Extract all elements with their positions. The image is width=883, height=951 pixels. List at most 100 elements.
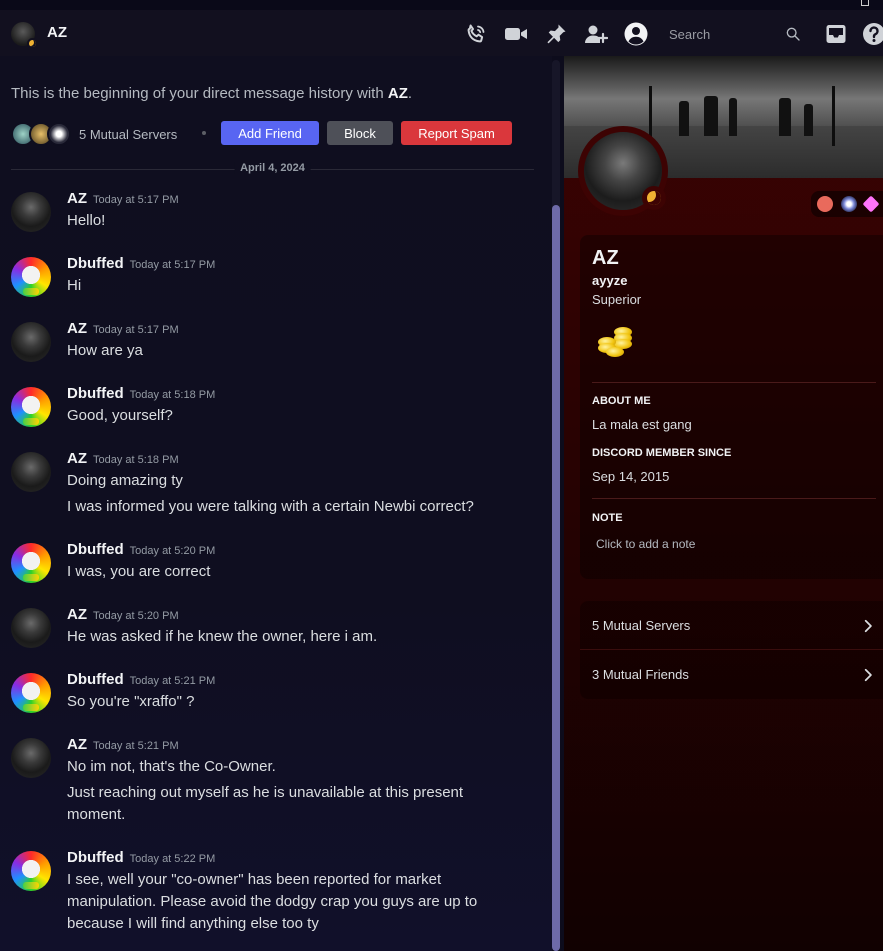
idle-status-icon (642, 186, 666, 210)
profile-username[interactable]: ayyze (592, 273, 627, 288)
message-content: Hi (67, 277, 82, 294)
note-heading: NOTE (592, 512, 623, 524)
message-author[interactable]: Dbuffed Today at 5:22 PM (67, 849, 215, 866)
author-avatar[interactable] (11, 192, 51, 232)
banner-statue-image (704, 96, 718, 136)
message-timestamp: Today at 5:22 PM (129, 853, 216, 865)
date-divider: April 4, 2024 (11, 162, 534, 174)
message-content: No im not, that's the Co-Owner. (67, 758, 276, 775)
mutual-servers-summary[interactable]: 5 Mutual Servers (11, 121, 177, 147)
idle-status-icon (27, 38, 38, 49)
inbox-icon[interactable] (824, 22, 848, 46)
add-friend-button[interactable]: Add Friend (221, 121, 319, 145)
profile-pronouns: Superior (592, 292, 642, 307)
message-author[interactable]: Dbuffed Today at 5:17 PM (67, 255, 215, 272)
dm-title[interactable]: AZ (47, 24, 67, 41)
message-content: How are ya (67, 342, 143, 359)
message-content: I was, you are correct (67, 563, 211, 580)
heart-badge-icon[interactable] (817, 196, 833, 212)
dm-intro-name: AZ (387, 85, 408, 102)
user-profile-icon[interactable] (624, 22, 648, 46)
video-icon[interactable] (504, 22, 528, 46)
message-timestamp: Today at 5:20 PM (93, 610, 179, 622)
message-author[interactable]: AZ Today at 5:17 PM (67, 190, 179, 207)
window-corner-icon (861, 0, 869, 6)
message-timestamp: Today at 5:21 PM (93, 740, 179, 752)
chevron-right-icon (864, 619, 872, 632)
message-timestamp: Today at 5:18 PM (93, 454, 179, 466)
message-timestamp: Today at 5:17 PM (129, 259, 216, 271)
message-timestamp: Today at 5:21 PM (129, 675, 216, 687)
banner-statue-image (729, 98, 737, 136)
message-author[interactable]: AZ Today at 5:21 PM (67, 736, 179, 753)
search-input[interactable]: Search (655, 20, 809, 48)
add-friend-icon[interactable] (584, 22, 608, 46)
block-button[interactable]: Block (327, 121, 393, 145)
message-list[interactable]: This is the beginning of your direct mes… (0, 56, 552, 951)
message-author[interactable]: Dbuffed Today at 5:21 PM (67, 671, 215, 688)
message-content: Just reaching out myself as he is unavai… (67, 784, 464, 823)
diamond-badge-icon[interactable] (862, 195, 880, 213)
message-content: He was asked if he knew the owner, here … (67, 628, 378, 645)
header-avatar[interactable] (11, 22, 38, 49)
author-avatar[interactable] (11, 452, 51, 492)
date-divider-label: April 4, 2024 (234, 162, 311, 174)
coins-emoji-icon (596, 325, 640, 361)
profile-badges (811, 191, 883, 217)
about-me-heading: ABOUT ME (592, 395, 651, 407)
message-author[interactable]: Dbuffed Today at 5:20 PM (67, 541, 215, 558)
about-me-text: La mala est gang (592, 417, 692, 432)
note-input[interactable]: Click to add a note (596, 537, 695, 551)
profile-avatar[interactable] (578, 126, 668, 216)
member-since-heading: DISCORD MEMBER SINCE (592, 447, 732, 459)
mutual-servers-label: 5 Mutual Servers (592, 618, 691, 633)
banner-statue-image (804, 104, 813, 136)
message-timestamp: Today at 5:17 PM (93, 324, 179, 336)
author-avatar[interactable] (11, 738, 51, 778)
message-content: So you're "xraffo" ? (67, 693, 195, 710)
search-icon[interactable] (785, 26, 801, 42)
author-avatar[interactable] (11, 608, 51, 648)
message-author[interactable]: AZ Today at 5:20 PM (67, 606, 179, 623)
mutual-friends-label: 3 Mutual Friends (592, 667, 689, 682)
author-avatar[interactable] (11, 387, 51, 427)
mutual-servers-label: 5 Mutual Servers (79, 126, 178, 142)
author-avatar[interactable] (11, 543, 51, 583)
mutual-friends-row[interactable]: 3 Mutual Friends (580, 650, 883, 699)
banner-lamp-image (832, 86, 835, 146)
divider (592, 382, 876, 383)
mutual-servers-row[interactable]: 5 Mutual Servers (580, 601, 883, 650)
user-profile-panel: AZ ayyze Superior ABOUT ME La mala est g… (564, 56, 883, 951)
author-avatar[interactable] (11, 673, 51, 713)
dm-header: AZ Search (0, 10, 883, 56)
author-avatar[interactable] (11, 322, 51, 362)
message-content: I see, well your "co-owner" has been rep… (67, 871, 478, 932)
message-author[interactable]: Dbuffed Today at 5:18 PM (67, 385, 215, 402)
banner-statue-image (679, 101, 689, 136)
profile-info-card: AZ ayyze Superior ABOUT ME La mala est g… (580, 235, 883, 579)
author-avatar[interactable] (11, 257, 51, 297)
window-top-strip (0, 0, 883, 10)
scrollbar-thumb[interactable] (552, 205, 560, 951)
separator-dot (202, 131, 206, 135)
orb-badge-icon[interactable] (841, 196, 857, 212)
message-author[interactable]: AZ Today at 5:17 PM (67, 320, 179, 337)
dm-intro-text: This is the beginning of your direct mes… (11, 85, 413, 102)
banner-statue-image (779, 98, 791, 136)
pin-icon[interactable] (544, 22, 568, 46)
divider (592, 498, 876, 499)
message-content: Doing amazing ty (67, 472, 183, 489)
message-author[interactable]: AZ Today at 5:18 PM (67, 450, 179, 467)
message-content: Hello! (67, 212, 106, 229)
report-spam-button[interactable]: Report Spam (401, 121, 512, 145)
author-avatar[interactable] (11, 851, 51, 891)
call-icon[interactable] (464, 22, 488, 46)
mutuals-card: 5 Mutual Servers 3 Mutual Friends (580, 601, 883, 699)
help-icon[interactable] (862, 22, 883, 46)
message-timestamp: Today at 5:17 PM (93, 194, 179, 206)
server-icon (47, 122, 71, 146)
message-content: Good, yourself? (67, 407, 173, 424)
profile-display-name: AZ (592, 247, 619, 269)
chevron-right-icon (864, 668, 872, 681)
message-timestamp: Today at 5:18 PM (129, 389, 216, 401)
